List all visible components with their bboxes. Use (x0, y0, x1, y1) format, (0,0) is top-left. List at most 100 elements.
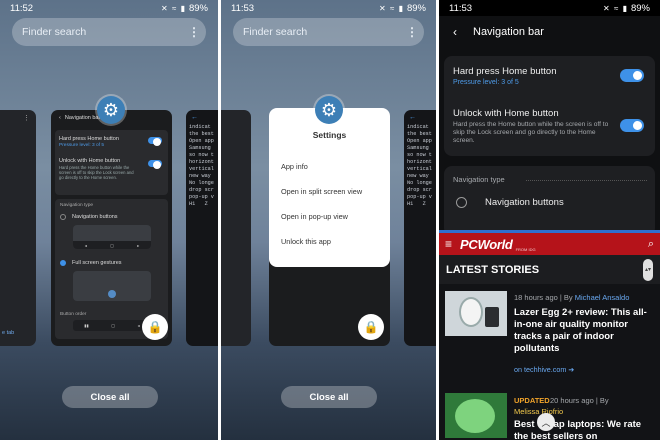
pressure-level: Pressure level: 3 of 5 (59, 143, 105, 148)
terminal-line: so now t (189, 152, 214, 158)
article-title[interactable]: Best cheap laptops: We rate the best sel… (514, 419, 654, 440)
recent-app-card-right[interactable]: ← indicat the best Open app Samsung so now t… (186, 110, 218, 346)
terminal-line: Open app (407, 138, 432, 144)
back-arrow-icon[interactable]: ‹ (453, 25, 457, 39)
article-thumbnail-airegg[interactable] (445, 291, 507, 336)
terminal-line: Samsung (189, 145, 211, 151)
card-header: ‹ Navigation bar (59, 115, 100, 121)
recent-app-card-left[interactable] (221, 110, 251, 346)
terminal-line: vertical (407, 166, 432, 172)
terminal-line: new way (189, 173, 211, 179)
nav-buttons-label: Navigation buttons (485, 197, 564, 208)
article-time: 18 hours ago | By (514, 293, 575, 302)
recent-app-card-right[interactable]: ← indicat the best Open app Samsung so now t… (404, 110, 436, 346)
search-placeholder: Finder search (243, 26, 308, 38)
terminal-line: vertical (189, 166, 214, 172)
hard-press-toggle[interactable] (148, 137, 162, 146)
article-source-link[interactable]: on techhive.com ➔ (514, 365, 574, 374)
full-screen-radio[interactable] (60, 260, 66, 266)
browser-pane: ≡ PCWorld FROM IDG ⌕ LATEST STORIES ▴▾ 1… (439, 233, 660, 440)
terminal-line: pop-up v (407, 194, 432, 200)
terminal-line: Open app (189, 138, 214, 144)
terminal-line: the best (407, 131, 432, 137)
close-all-button[interactable]: Close all (62, 386, 158, 408)
terminal-line: H1 Z (407, 201, 426, 207)
hamburger-menu-icon[interactable]: ≡ (445, 237, 452, 251)
finder-search-bar[interactable]: Finder search ⋮ (12, 18, 206, 46)
section-header: LATEST STORIES ▴▾ (439, 255, 660, 284)
finder-search-bar[interactable]: Finder search ⋮ (233, 18, 424, 46)
status-time: 11:53 (449, 2, 473, 14)
terminal-line: horizont (407, 159, 432, 165)
card-menu-icon: ⋮ (23, 115, 30, 122)
phone-image (485, 307, 499, 327)
more-options-icon[interactable]: ⋮ (406, 26, 418, 38)
terminal-line: drop scr (189, 187, 214, 193)
hard-press-label: Hard press Home button (59, 136, 119, 142)
status-time: 11:52 (10, 2, 34, 14)
hard-press-toggle[interactable] (620, 69, 644, 82)
terminal-text: indicat the best Open app Samsung so now t ho… (189, 124, 214, 208)
unlock-toggle[interactable] (148, 160, 162, 169)
menu-item-pop-up-view[interactable]: Open in pop-up view (281, 212, 348, 221)
recents-screen-left: 11:52 ✕ ≈ ▮ 89% Finder search ⋮ ⋮ e tab … (0, 0, 218, 440)
card-tab-label: e tab (2, 330, 15, 336)
terminal-line: horizont (189, 159, 214, 165)
terminal-line: new way (407, 173, 429, 179)
close-all-button[interactable]: Close all (281, 386, 377, 408)
terminal-line: indicat (189, 124, 211, 130)
nav-buttons-radio[interactable] (456, 197, 467, 208)
article-meta: 18 hours ago | By Michael Ansaldo (514, 293, 656, 302)
nav-buttons-preview: ◂ ▢ ▸ (73, 225, 151, 249)
gesture-dot (108, 290, 116, 298)
article-title[interactable]: Lazer Egg 2+ review: This all-in-one air… (514, 307, 654, 355)
nav-buttons-label: Navigation buttons (72, 214, 118, 220)
back-arrow-icon: ‹ (59, 115, 61, 121)
button-order-preview: ▮▮ ▢ ◂ (73, 320, 151, 331)
article-author[interactable]: Michael Ansaldo (575, 293, 630, 302)
home-button-settings-group: Hard press Home button Pressure level: 3… (444, 56, 655, 156)
settings-app-icon[interactable]: ⚙ (97, 96, 125, 124)
nav-type-group: Navigation type Navigation buttons (444, 166, 655, 236)
more-options-icon[interactable]: ⋮ (188, 26, 200, 38)
article-thumbnail-laptops[interactable] (445, 393, 507, 438)
terminal-line: pop-up v (189, 194, 214, 200)
battery-level: 89% (188, 2, 208, 14)
app-context-menu: Settings App info Open in split screen v… (269, 108, 390, 267)
nav-buttons-radio[interactable] (60, 214, 66, 220)
full-screen-label: Full screen gestures (72, 260, 122, 266)
lock-icon[interactable]: 🔒 (142, 314, 168, 340)
unlock-description: Hard press the Home button while the scr… (453, 121, 609, 144)
settings-app-icon[interactable]: ⚙ (315, 96, 343, 124)
pressure-level: Pressure level: 3 of 5 (453, 79, 519, 86)
card-title: Navigation bar (64, 115, 101, 121)
scroll-handle[interactable]: ▴▾ (643, 258, 653, 281)
nav-preview-bar: ◂ ▢ ▸ (73, 241, 151, 249)
status-icons: ✕ ≈ ▮ (161, 3, 186, 13)
terminal-line: H1 Z (189, 201, 208, 207)
recent-app-card-left[interactable]: ⋮ e tab (0, 110, 36, 346)
menu-item-split-screen[interactable]: Open in split screen view (281, 187, 362, 196)
terminal-text: indicat the best Open app Samsung so now t ho… (407, 124, 432, 208)
split-screen: 11:53 ✕ ≈ ▮ 89% ‹ Navigation bar Hard pr… (439, 0, 660, 440)
article-author[interactable]: Melissa Riofrio (514, 407, 563, 416)
recent-app-card-settings[interactable]: ‹ Navigation bar Hard press Home button … (51, 110, 172, 346)
scroll-to-top-icon[interactable]: ︿ (537, 413, 555, 431)
pcworld-logo[interactable]: PCWorld (460, 237, 513, 252)
terminal-line: the best (189, 131, 214, 137)
gesture-preview (73, 271, 151, 301)
recents-screen-middle: 11:53 ✕ ≈ ▮ 89% Finder search ⋮ ← indica… (221, 0, 436, 440)
terminal-line: No longe (189, 180, 214, 186)
settings-group: Hard press Home button Pressure level: 3… (55, 130, 168, 195)
search-icon[interactable]: ⌕ (648, 238, 654, 251)
unlock-toggle[interactable] (620, 119, 644, 132)
article-time: 20 hours ago | By (550, 396, 609, 405)
lock-icon[interactable]: 🔒 (358, 314, 384, 340)
pcworld-logo-subtitle: FROM IDG (515, 246, 536, 252)
status-time: 11:53 (231, 2, 255, 14)
menu-item-unlock-app[interactable]: Unlock this app (281, 237, 331, 246)
terminal-line: Samsung (407, 145, 429, 151)
menu-item-app-info[interactable]: App info (281, 162, 308, 171)
status-bar: 11:53 ✕ ≈ ▮ 89% (221, 0, 436, 16)
updated-tag: UPDATED (514, 396, 550, 405)
